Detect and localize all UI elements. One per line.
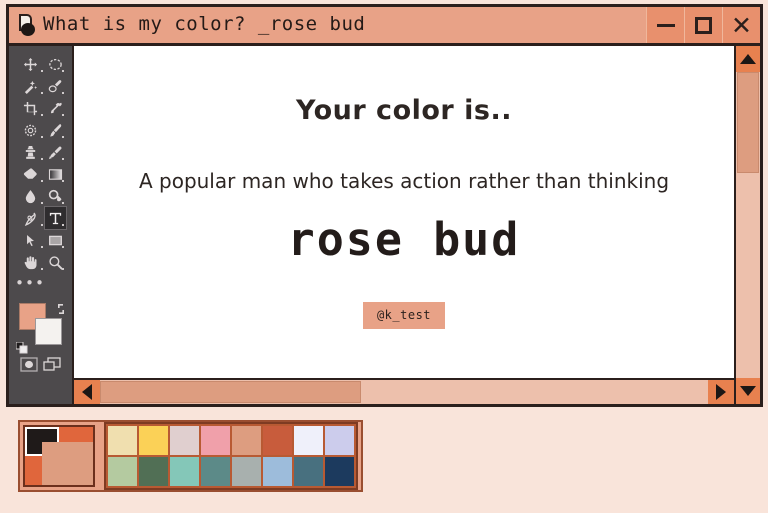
palette-swatch-11[interactable] [201,457,230,486]
dodge-tool[interactable] [45,185,66,207]
result-description: A popular man who takes action rather th… [138,169,670,193]
vertical-scroll-track[interactable] [736,72,760,378]
tool-grid: ••• [9,53,72,295]
palette-swatch-10[interactable] [170,457,199,486]
swap-colors-icon[interactable] [55,300,67,314]
quick-mask-icon[interactable] [20,357,38,372]
screen-mode-icon[interactable] [43,357,61,372]
color-swatch-block [15,300,67,354]
palette-swatch-1[interactable] [139,426,168,455]
palette-swatch-2[interactable] [170,426,199,455]
tool-grid-spacer [45,273,66,295]
maximize-icon [695,16,712,34]
minimize-icon [656,23,675,27]
crop-tool[interactable] [15,97,45,119]
title-bar[interactable]: What is my color? _rose bud ✕ [9,7,760,46]
chevron-up-icon [740,54,756,64]
scroll-down-button[interactable] [736,378,760,404]
color-palette-panel [18,420,363,492]
scroll-left-button[interactable] [74,380,100,404]
blur-drop-tool[interactable] [15,185,45,207]
scroll-up-button[interactable] [736,46,760,72]
canvas-page: Your color is.. A popular man who takes … [74,46,734,354]
color-name: rose bud [287,213,521,266]
maximize-button[interactable] [684,7,722,43]
eyedropper-tool[interactable] [45,97,66,119]
brush-tool[interactable] [45,119,66,141]
move-tool[interactable] [15,53,45,75]
chevron-right-icon [716,384,726,400]
palette-swatch-15[interactable] [325,457,354,486]
close-button[interactable]: ✕ [722,7,760,43]
gradient-tool[interactable] [45,163,66,185]
palette-swatch-5[interactable] [263,426,292,455]
healing-brush-tool[interactable] [45,75,66,97]
horizontal-scroll-thumb[interactable] [100,381,362,403]
palette-swatch-9[interactable] [139,457,168,486]
minimize-button[interactable] [646,7,684,43]
palette-swatch-8[interactable] [108,457,137,486]
background-color-swatch[interactable] [34,318,62,345]
horizontal-scroll-track[interactable] [100,380,708,404]
pen-tool[interactable] [15,207,45,229]
close-icon: ✕ [731,10,752,40]
tools-panel: ••• [9,46,72,404]
palette-swatch-14[interactable] [294,457,323,486]
dashed-circle-tool[interactable] [15,119,45,141]
vertical-scrollbar[interactable] [734,46,760,404]
default-colors-icon[interactable] [15,339,28,354]
application-window: What is my color? _rose bud ✕ ••• Your c… [6,4,763,407]
preview-current-color [42,441,93,485]
chevron-down-icon [740,386,756,396]
eraser-tool[interactable] [15,163,45,185]
swatch-grid [104,422,358,490]
palette-swatch-6[interactable] [294,426,323,455]
window-title: What is my color? _rose bud [43,12,366,35]
app-root: What is my color? _rose bud ✕ ••• Your c… [0,0,768,513]
bottom-bar: #d8927a COLOR 01-247 [0,411,768,513]
current-color-preview[interactable] [23,425,95,487]
window-controls: ✕ [646,7,760,43]
type-tool[interactable] [44,206,67,230]
window-body: ••• Your color is.. A popular man who ta… [9,46,760,404]
palette-swatch-12[interactable] [232,457,261,486]
history-brush-tool[interactable] [45,141,66,163]
palette-swatch-7[interactable] [325,426,354,455]
magic-wand-tool[interactable] [15,75,45,97]
more-tools-button[interactable]: ••• [15,273,45,293]
clone-stamp-tool[interactable] [15,141,45,163]
palette-swatch-0[interactable] [108,426,137,455]
hand-tool[interactable] [15,251,45,273]
horizontal-scrollbar[interactable] [74,378,734,404]
canvas-area: Your color is.. A popular man who takes … [72,46,734,404]
paint-drop-icon [15,12,41,38]
chevron-left-icon [82,384,92,400]
zoom-tool[interactable] [45,251,66,273]
test-link-button[interactable]: @k_test [362,302,446,329]
palette-swatch-3[interactable] [201,426,230,455]
result-headline: Your color is.. [296,95,512,126]
arrow-cursor-tool[interactable] [15,229,45,251]
scroll-right-button[interactable] [708,380,734,404]
ellipse-marquee-tool[interactable] [45,53,66,75]
mode-buttons [9,357,72,372]
vertical-scroll-thumb[interactable] [737,72,759,173]
palette-swatch-4[interactable] [232,426,261,455]
palette-swatch-13[interactable] [263,457,292,486]
rectangle-shape-tool[interactable] [45,229,66,251]
